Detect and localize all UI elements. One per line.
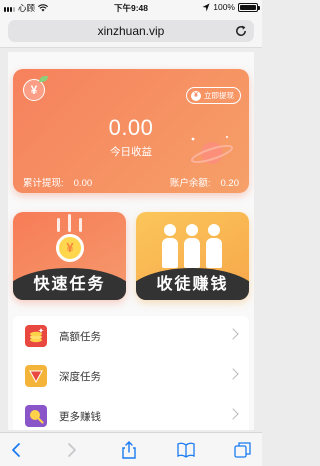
invite-earn-tile[interactable]: 收徒赚钱 bbox=[136, 212, 249, 300]
withdraw-button[interactable]: ¥ 立即提现 bbox=[186, 87, 241, 104]
menu-item-deep-tasks[interactable]: 深度任务 bbox=[13, 356, 249, 396]
tabs-icon[interactable] bbox=[234, 441, 252, 459]
battery-percent: 100% bbox=[213, 2, 235, 12]
total-withdrawn: 累计提现: 0.00 bbox=[23, 178, 93, 189]
menu-item-label: 深度任务 bbox=[59, 370, 101, 383]
address-bar[interactable]: xinzhuan.vip bbox=[8, 20, 254, 42]
planet-icon bbox=[190, 136, 233, 164]
quick-task-label: 快速任务 bbox=[33, 276, 106, 293]
account-balance: 账户余额: 0.20 bbox=[169, 178, 239, 189]
earnings-stats: 累计提现: 0.00 账户余额: 0.20 bbox=[23, 175, 239, 189]
back-icon[interactable] bbox=[8, 441, 26, 459]
menu-item-high-value-tasks[interactable]: 高额任务 bbox=[13, 316, 249, 356]
location-arrow-icon bbox=[202, 3, 210, 11]
yen-small-icon: ¥ bbox=[191, 90, 201, 101]
quick-task-tile[interactable]: ¥ 快速任务 bbox=[13, 212, 126, 300]
menu-item-label: 更多赚钱 bbox=[59, 410, 101, 423]
bookmarks-icon[interactable] bbox=[177, 441, 195, 459]
url-text[interactable]: xinzhuan.vip bbox=[8, 24, 254, 38]
earnings-card: ¥ ¥ 立即提现 0.00 今日收益 累计提现: 0.00 账户余额: 0.20 bbox=[13, 69, 249, 193]
browser-toolbar bbox=[0, 432, 262, 466]
yen-badge-icon: ¥ bbox=[23, 76, 48, 101]
status-bar: 心顾 下午9:48 100% bbox=[0, 0, 262, 14]
browser-header: xinzhuan.vip bbox=[0, 14, 262, 48]
menu-item-label: 高额任务 bbox=[59, 330, 101, 343]
coin-stack-icon bbox=[25, 325, 47, 347]
invite-earn-label: 收徒赚钱 bbox=[156, 276, 229, 293]
battery-icon bbox=[238, 2, 260, 12]
task-menu-list: 高额任务 深度任务 更多赚钱 bbox=[13, 316, 249, 430]
chevron-right-icon bbox=[227, 328, 239, 340]
share-icon[interactable] bbox=[120, 441, 138, 459]
reload-icon[interactable] bbox=[234, 24, 248, 38]
withdraw-button-label: 立即提现 bbox=[204, 91, 234, 100]
forward-icon[interactable] bbox=[62, 441, 80, 459]
menu-item-more-earning[interactable]: 更多赚钱 bbox=[13, 396, 249, 430]
search-coin-icon bbox=[25, 405, 47, 427]
status-right: 100% bbox=[202, 2, 260, 12]
chevron-right-icon bbox=[227, 368, 239, 380]
triangle-down-icon bbox=[25, 365, 47, 387]
page-content: ¥ ¥ 立即提现 0.00 今日收益 累计提现: 0.00 账户余额: 0.20 ¥ bbox=[8, 52, 254, 430]
falling-coin-icon: ¥ bbox=[56, 234, 84, 262]
chevron-right-icon bbox=[227, 408, 239, 420]
